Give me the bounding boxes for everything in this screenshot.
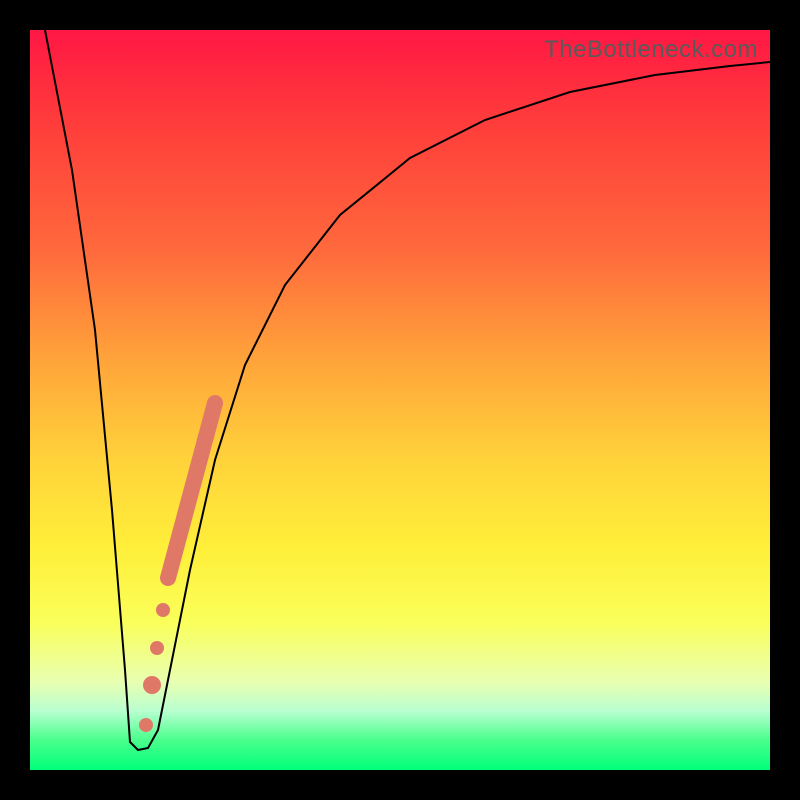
highlight-dot [150, 641, 164, 655]
chart-frame: TheBottleneck.com [0, 0, 800, 800]
plot-area: TheBottleneck.com [30, 30, 770, 770]
highlight-dot [156, 603, 170, 617]
highlight-dot [143, 676, 161, 694]
curve-svg [30, 30, 770, 770]
highlight-dot [139, 718, 153, 732]
